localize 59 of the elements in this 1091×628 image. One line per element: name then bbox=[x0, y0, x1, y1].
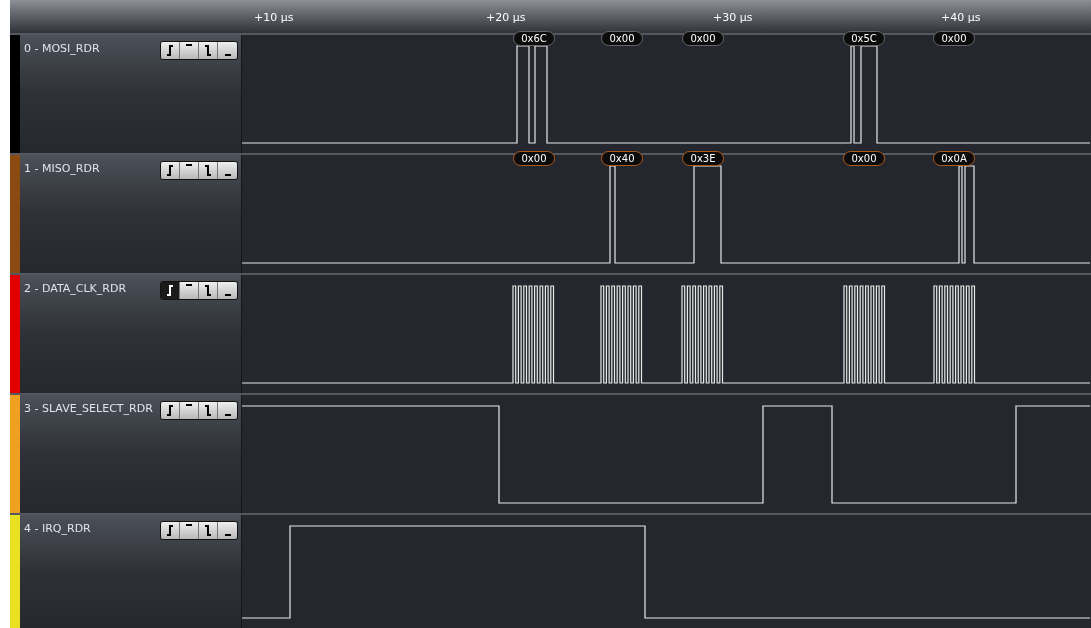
trigger-button[interactable] bbox=[180, 162, 199, 179]
high-edge-icon bbox=[185, 404, 193, 406]
trigger-button[interactable] bbox=[218, 402, 237, 419]
trigger-button[interactable] bbox=[218, 162, 237, 179]
rising-edge-icon bbox=[166, 525, 174, 536]
falling-edge-icon bbox=[204, 45, 212, 56]
falling-edge-icon bbox=[204, 165, 212, 176]
decoded-value-label: 0x00 bbox=[601, 31, 643, 46]
rising-edge-icon bbox=[166, 405, 174, 416]
trigger-button[interactable] bbox=[199, 522, 218, 539]
trigger-button[interactable] bbox=[161, 282, 180, 299]
channel-name: 1 - MISO_RDR bbox=[24, 161, 100, 177]
rising-edge-icon bbox=[166, 165, 174, 176]
trigger-button[interactable] bbox=[199, 402, 218, 419]
trigger-button[interactable] bbox=[161, 402, 180, 419]
low-edge-icon bbox=[223, 54, 232, 56]
high-edge-icon bbox=[185, 524, 193, 526]
falling-edge-icon bbox=[204, 405, 212, 416]
channel-name: 3 - SLAVE_SELECT_RDR bbox=[24, 401, 153, 417]
low-edge-icon bbox=[223, 174, 232, 176]
channel-name: 4 - IRQ_RDR bbox=[24, 521, 91, 537]
rising-edge-icon bbox=[166, 285, 174, 296]
time-tick-label: +20 µs bbox=[486, 10, 526, 26]
high-edge-icon bbox=[185, 164, 193, 166]
time-tick-label: +30 µs bbox=[713, 10, 753, 26]
falling-edge-icon bbox=[204, 285, 212, 296]
channel-name: 2 - DATA_CLK_RDR bbox=[24, 281, 127, 297]
trigger-button[interactable] bbox=[199, 162, 218, 179]
trigger-button[interactable] bbox=[199, 42, 218, 59]
decoded-value-label: 0x00 bbox=[682, 31, 724, 46]
trigger-button[interactable] bbox=[218, 282, 237, 299]
low-edge-icon bbox=[223, 294, 232, 296]
time-tick-label: +40 µs bbox=[941, 10, 981, 26]
decoded-value-label: 0x00 bbox=[513, 151, 555, 166]
high-edge-icon bbox=[185, 44, 193, 46]
decoded-value-label: 0x3E bbox=[682, 151, 724, 166]
trigger-button[interactable] bbox=[161, 522, 180, 539]
channel-name: 0 - MOSI_RDR bbox=[24, 41, 100, 57]
decoded-value-label: 0x00 bbox=[933, 31, 975, 46]
decoded-value-label: 0x40 bbox=[601, 151, 643, 166]
trigger-button[interactable] bbox=[180, 402, 199, 419]
time-tick-label: +10 µs bbox=[254, 10, 294, 26]
trigger-button[interactable] bbox=[218, 42, 237, 59]
trigger-button[interactable] bbox=[199, 282, 218, 299]
trigger-button[interactable] bbox=[180, 282, 199, 299]
decoded-value-label: 0x00 bbox=[843, 151, 885, 166]
decoded-value-label: 0x0A bbox=[933, 151, 975, 166]
trigger-button[interactable] bbox=[161, 42, 180, 59]
trigger-button[interactable] bbox=[180, 522, 199, 539]
decoded-value-label: 0x6C bbox=[513, 31, 555, 46]
high-edge-icon bbox=[185, 284, 193, 286]
rising-edge-icon bbox=[166, 45, 174, 56]
decoded-value-label: 0x5C bbox=[843, 31, 885, 46]
falling-edge-icon bbox=[204, 525, 212, 536]
low-edge-icon bbox=[223, 414, 232, 416]
trigger-button[interactable] bbox=[161, 162, 180, 179]
trigger-button[interactable] bbox=[218, 522, 237, 539]
low-edge-icon bbox=[223, 534, 232, 536]
trigger-button[interactable] bbox=[180, 42, 199, 59]
